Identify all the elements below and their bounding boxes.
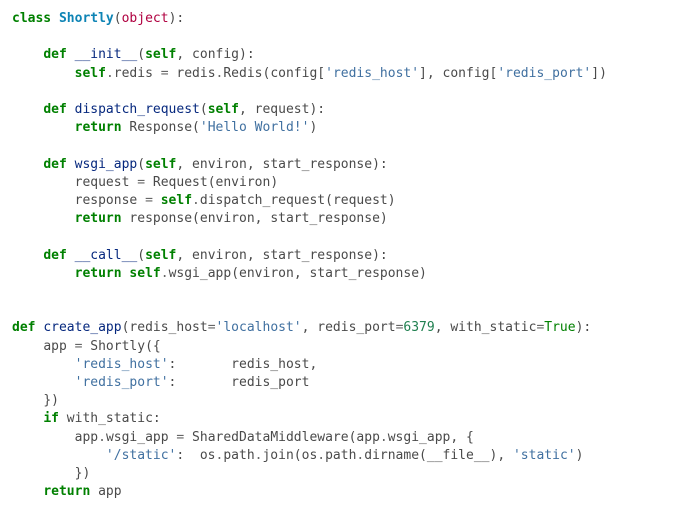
class-Shortly: Shortly bbox=[90, 339, 145, 354]
self: self bbox=[208, 102, 239, 117]
dict-key-host: 'redis_host' bbox=[75, 357, 169, 372]
string-redis-port: 'redis_port' bbox=[497, 66, 591, 81]
method-call: __call__ bbox=[75, 248, 138, 263]
keyword-def: def bbox=[43, 47, 66, 62]
self: self bbox=[145, 248, 176, 263]
keyword-def: def bbox=[43, 248, 66, 263]
param-with-static: with_static bbox=[450, 320, 536, 335]
id-environ: environ bbox=[216, 175, 271, 190]
self: self bbox=[75, 66, 106, 81]
attr-wsgi-app: wsgi_app bbox=[106, 430, 169, 445]
param-request: request bbox=[255, 102, 310, 117]
self: self bbox=[145, 157, 176, 172]
func-join: join bbox=[262, 448, 293, 463]
dict-key-port: 'redis_port' bbox=[75, 375, 169, 390]
id-app: app bbox=[98, 484, 121, 499]
id-config: config bbox=[270, 66, 317, 81]
self: self bbox=[145, 47, 176, 62]
param-environ: environ bbox=[192, 248, 247, 263]
class-shared-data: SharedDataMiddleware bbox=[192, 430, 349, 445]
func-create-app: create_app bbox=[43, 320, 121, 335]
builtin-true: True bbox=[544, 320, 575, 335]
id-start-response: start_response bbox=[309, 266, 419, 281]
dict-val-port: redis_port bbox=[231, 375, 309, 390]
python-code-block: class Shortly(object): def __init__(self… bbox=[0, 0, 696, 501]
var-response: response bbox=[75, 193, 138, 208]
param-environ: environ bbox=[192, 157, 247, 172]
id-config: config bbox=[443, 66, 490, 81]
id-environ: environ bbox=[200, 211, 255, 226]
builtin-object: object bbox=[122, 11, 169, 26]
keyword-return: return bbox=[75, 120, 122, 135]
attr-path: path bbox=[325, 448, 356, 463]
id-app: app bbox=[75, 430, 98, 445]
number-6379: 6379 bbox=[403, 320, 434, 335]
keyword-return: return bbox=[75, 211, 122, 226]
attr-wsgi-app: wsgi_app bbox=[388, 430, 451, 445]
attr-path: path bbox=[223, 448, 254, 463]
dict-val-host: redis_host bbox=[231, 357, 309, 372]
class-name: Shortly bbox=[59, 11, 114, 26]
keyword-def: def bbox=[43, 102, 66, 117]
method-init: __init__ bbox=[75, 47, 138, 62]
keyword-return: return bbox=[75, 266, 122, 281]
param-redis-host: redis_host bbox=[129, 320, 207, 335]
keyword-def: def bbox=[12, 320, 35, 335]
string-static: 'static' bbox=[513, 448, 576, 463]
param-start-response: start_response bbox=[263, 157, 373, 172]
func-dirname: dirname bbox=[364, 448, 419, 463]
string-hello: 'Hello World!' bbox=[200, 120, 310, 135]
self: self bbox=[161, 193, 192, 208]
var-app: app bbox=[43, 339, 66, 354]
equals: = bbox=[161, 66, 169, 81]
method-wsgi-app: wsgi_app bbox=[75, 157, 138, 172]
self: self bbox=[129, 266, 160, 281]
module-redis: redis bbox=[176, 66, 215, 81]
id-app: app bbox=[356, 430, 379, 445]
module-os: os bbox=[200, 448, 216, 463]
call-dispatch: dispatch_request bbox=[200, 193, 325, 208]
string-static-key: '/static' bbox=[106, 448, 176, 463]
keyword-return: return bbox=[43, 484, 90, 499]
id-request: request bbox=[333, 193, 388, 208]
module-os: os bbox=[302, 448, 318, 463]
param-config: config bbox=[192, 47, 239, 62]
keyword-def: def bbox=[43, 157, 66, 172]
var-request: request bbox=[75, 175, 130, 190]
class-Response: Response bbox=[129, 120, 192, 135]
var-file: __file__ bbox=[427, 448, 490, 463]
method-dispatch: dispatch_request bbox=[75, 102, 200, 117]
string-redis-host: 'redis_host' bbox=[325, 66, 419, 81]
call-wsgi-app: wsgi_app bbox=[169, 266, 232, 281]
keyword-if: if bbox=[43, 411, 59, 426]
id-environ: environ bbox=[239, 266, 294, 281]
id-response: response bbox=[129, 211, 192, 226]
param-redis-port: redis_port bbox=[317, 320, 395, 335]
attr-redis: redis bbox=[114, 66, 153, 81]
class-Redis: Redis bbox=[223, 66, 262, 81]
class-Request: Request bbox=[153, 175, 208, 190]
keyword-class: class bbox=[12, 11, 51, 26]
dot: . bbox=[106, 66, 114, 81]
param-start-response: start_response bbox=[263, 248, 373, 263]
id-start-response: start_response bbox=[270, 211, 380, 226]
string-localhost: 'localhost' bbox=[216, 320, 302, 335]
id-with-static: with_static bbox=[67, 411, 153, 426]
